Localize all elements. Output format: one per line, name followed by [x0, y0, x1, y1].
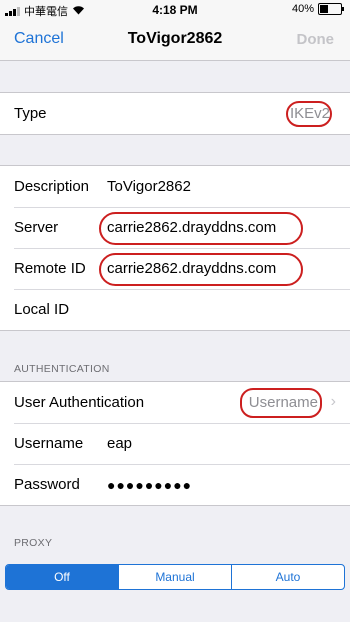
navigation-bar: Cancel ToVigor2862 Done	[0, 20, 350, 61]
status-bar-right: 40%	[291, 3, 344, 15]
description-row[interactable]: Description ToVigor2862	[0, 166, 350, 207]
username-field[interactable]: eap	[107, 435, 132, 452]
type-group: Type IKEv2	[0, 92, 350, 135]
highlight-circle	[99, 253, 303, 286]
server-label: Server	[14, 219, 59, 236]
username-row[interactable]: Username eap	[0, 423, 350, 464]
description-label: Description	[14, 178, 90, 195]
password-field[interactable]: ●●●●●●●●●	[107, 477, 192, 493]
highlight-circle	[240, 388, 322, 418]
authentication-header: AUTHENTICATION	[14, 363, 110, 375]
local-id-label: Local ID	[14, 301, 70, 318]
chevron-right-icon: ›	[330, 393, 336, 410]
password-row[interactable]: Password ●●●●●●●●●	[0, 464, 350, 505]
proxy-auto-segment[interactable]: Auto	[231, 565, 344, 589]
remote-id-row[interactable]: Remote ID carrie2862.drayddns.com	[0, 248, 350, 289]
proxy-off-segment[interactable]: Off	[6, 565, 118, 589]
server-row[interactable]: Server carrie2862.drayddns.com	[0, 207, 350, 248]
authentication-group: User Authentication Username › Username …	[0, 381, 350, 506]
done-button[interactable]: Done	[297, 31, 335, 48]
user-authentication-label: User Authentication	[14, 394, 145, 411]
proxy-header: PROXY	[14, 537, 53, 549]
description-field[interactable]: ToVigor2862	[107, 178, 191, 195]
password-label: Password	[14, 476, 80, 493]
highlight-circle	[286, 101, 332, 127]
remote-id-label: Remote ID	[14, 260, 86, 277]
local-id-row[interactable]: Local ID	[0, 289, 350, 330]
proxy-manual-segment[interactable]: Manual	[118, 565, 231, 589]
battery-percent: 40%	[291, 3, 314, 15]
highlight-circle	[99, 212, 303, 245]
type-label: Type	[14, 105, 47, 122]
user-authentication-row[interactable]: User Authentication Username ›	[0, 382, 350, 423]
status-bar: 中華電信 4:18 PM 40%	[0, 0, 350, 20]
battery-icon	[318, 3, 344, 15]
username-label: Username	[14, 435, 84, 452]
vpn-details-group: Description ToVigor2862 Server carrie286…	[0, 165, 350, 331]
proxy-segmented-control: Off Manual Auto	[5, 564, 345, 590]
